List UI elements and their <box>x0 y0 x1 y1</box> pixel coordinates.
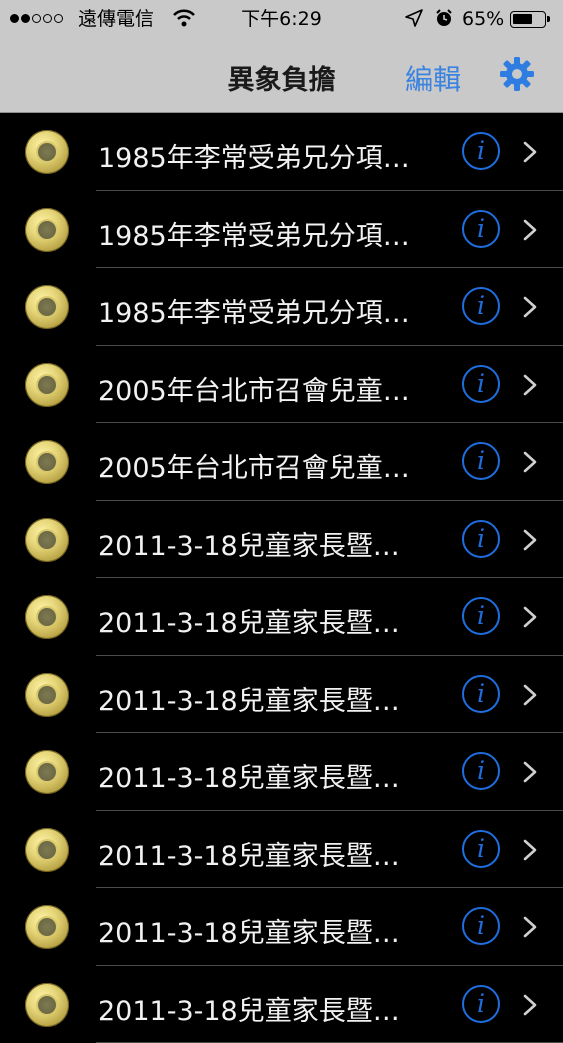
gold-coin-icon <box>25 905 69 949</box>
status-bar: 遠傳電信 下午6:29 65% <box>0 0 563 38</box>
list-item[interactable]: 2011-3-18兒童家長暨… i <box>0 501 563 579</box>
chevron-right-icon <box>520 838 540 862</box>
gold-coin-icon <box>25 673 69 717</box>
list-item-title: 2011-3-18兒童家長暨… <box>98 756 400 795</box>
info-icon[interactable]: i <box>462 365 500 403</box>
gold-coin-icon <box>25 828 69 872</box>
gold-coin-icon <box>25 440 69 484</box>
chevron-right-icon <box>520 915 540 939</box>
list-item-title: 2005年台北市召會兒童… <box>98 446 410 485</box>
list-item[interactable]: 2011-3-18兒童家長暨… i <box>0 578 563 656</box>
chevron-right-icon <box>520 295 540 319</box>
info-icon[interactable]: i <box>462 675 500 713</box>
list-item-title: 2011-3-18兒童家長暨… <box>98 989 400 1028</box>
info-icon[interactable]: i <box>462 442 500 480</box>
info-icon[interactable]: i <box>462 520 500 558</box>
list-item[interactable]: 2011-3-18兒童家長暨… i <box>0 656 563 734</box>
info-icon[interactable]: i <box>462 132 500 170</box>
gold-coin-icon <box>25 363 69 407</box>
gold-coin-icon <box>25 595 69 639</box>
list-item-title: 1985年李常受弟兄分項… <box>98 136 410 175</box>
info-icon[interactable]: i <box>462 597 500 635</box>
list-item-title: 1985年李常受弟兄分項… <box>98 214 410 253</box>
chevron-right-icon <box>520 683 540 707</box>
info-icon[interactable]: i <box>462 752 500 790</box>
navigation-bar: 異象負擔 編輯 <box>0 38 563 113</box>
list-item-title: 1985年李常受弟兄分項… <box>98 291 410 330</box>
list-item-title: 2011-3-18兒童家長暨… <box>98 524 400 563</box>
list-item[interactable]: 2011-3-18兒童家長暨… i <box>0 888 563 966</box>
chevron-right-icon <box>520 140 540 164</box>
gold-coin-icon <box>25 750 69 794</box>
chevron-right-icon <box>520 605 540 629</box>
info-icon[interactable]: i <box>462 830 500 868</box>
info-icon[interactable]: i <box>462 210 500 248</box>
location-arrow-icon <box>404 8 424 33</box>
list-item[interactable]: 2005年台北市召會兒童… i <box>0 346 563 424</box>
list-item[interactable]: 1985年李常受弟兄分項… i <box>0 268 563 346</box>
list-item[interactable]: 1985年李常受弟兄分項… i <box>0 191 563 269</box>
chevron-right-icon <box>520 450 540 474</box>
gold-coin-icon <box>25 208 69 252</box>
list-item[interactable]: 1985年李常受弟兄分項… i <box>0 113 563 191</box>
info-icon[interactable]: i <box>462 287 500 325</box>
battery-icon <box>510 11 546 28</box>
list-item[interactable]: 2005年台北市召會兒童… i <box>0 423 563 501</box>
chevron-right-icon <box>520 760 540 784</box>
list-item-title: 2011-3-18兒童家長暨… <box>98 679 400 718</box>
list-item[interactable]: 2011-3-18兒童家長暨… i <box>0 966 563 1043</box>
list-item-title: 2011-3-18兒童家長暨… <box>98 601 400 640</box>
list-item-title: 2005年台北市召會兒童… <box>98 369 410 408</box>
gear-icon[interactable] <box>498 55 536 93</box>
chevron-right-icon <box>520 528 540 552</box>
list-item[interactable]: 2011-3-18兒童家長暨… i <box>0 811 563 889</box>
gold-coin-icon <box>25 285 69 329</box>
chevron-right-icon <box>520 218 540 242</box>
list-item[interactable]: 2011-3-18兒童家長暨… i <box>0 733 563 811</box>
document-list: 1985年李常受弟兄分項…i1985年李常受弟兄分項…i1985年李常受弟兄分項… <box>0 113 563 1043</box>
alarm-clock-icon <box>434 8 454 33</box>
page-title: 異象負擔 <box>0 58 563 97</box>
gold-coin-icon <box>25 130 69 174</box>
info-icon[interactable]: i <box>462 907 500 945</box>
edit-button[interactable]: 編輯 <box>405 58 461 98</box>
info-icon[interactable]: i <box>462 985 500 1023</box>
list-item-title: 2011-3-18兒童家長暨… <box>98 834 400 873</box>
gold-coin-icon <box>25 518 69 562</box>
chevron-right-icon <box>520 373 540 397</box>
battery-percent: 65% <box>462 8 504 30</box>
gold-coin-icon <box>25 983 69 1027</box>
chevron-right-icon <box>520 993 540 1017</box>
list-item-title: 2011-3-18兒童家長暨… <box>98 911 400 950</box>
